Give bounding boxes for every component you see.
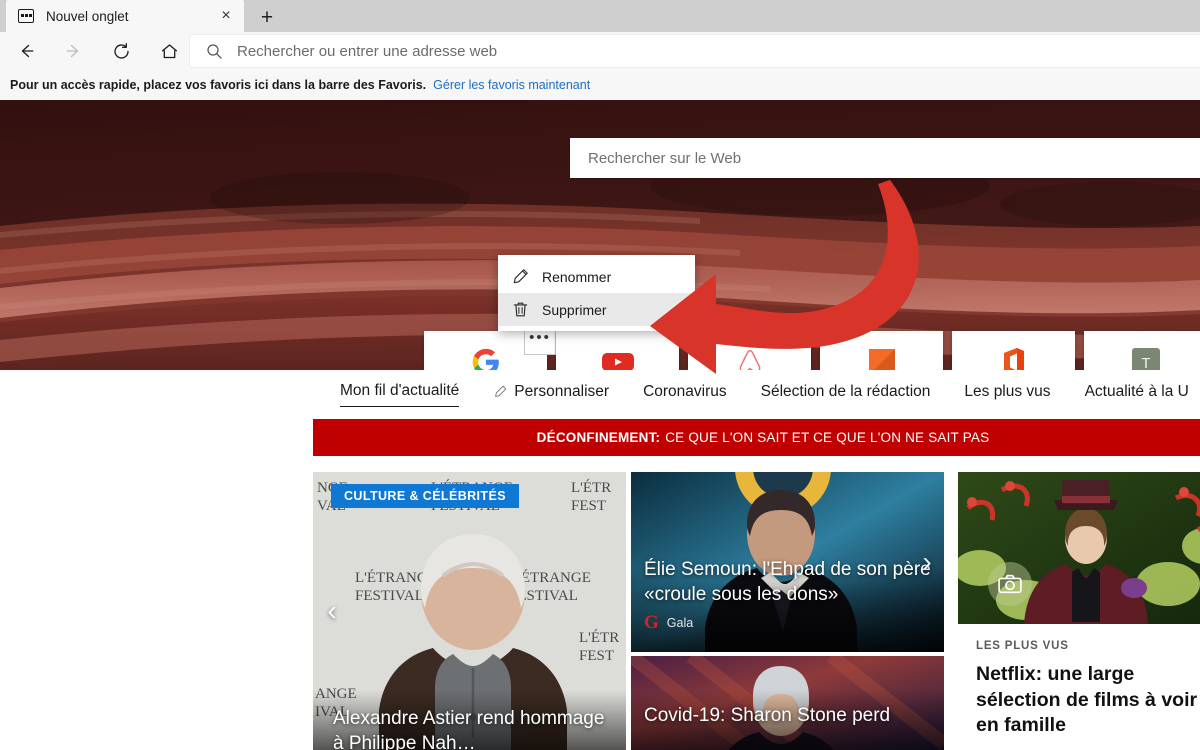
news-source-label: Gala bbox=[666, 615, 694, 630]
newtab-icon bbox=[18, 9, 34, 23]
reload-icon[interactable] bbox=[102, 32, 140, 70]
context-menu-label: Renommer bbox=[542, 268, 612, 285]
news-tab-label: Mon fil d'actualité bbox=[340, 381, 460, 399]
news-card-title: Covid-19: Sharon Stone perd bbox=[644, 705, 891, 726]
office-icon bbox=[1001, 339, 1027, 370]
tile-youtube[interactable] bbox=[556, 331, 679, 370]
svg-text:L'ÉTR: L'ÉTR bbox=[571, 479, 611, 496]
gala-logo-icon: G bbox=[644, 612, 659, 633]
banner-lead: DÉCONFINEMENT: bbox=[536, 430, 661, 445]
tab-strip: Nouvel onglet × + bbox=[0, 0, 1200, 32]
news-card-title: Netflix: une large sélection de films à … bbox=[976, 663, 1198, 737]
news-tab-coronavirus[interactable]: Coronavirus bbox=[643, 383, 727, 407]
forward-arrow-icon bbox=[54, 32, 92, 70]
camera-icon bbox=[988, 562, 1032, 606]
news-tab-my-feed[interactable]: Mon fil d'actualité bbox=[340, 381, 460, 407]
category-badge: CULTURE & CÉLÉBRITÉS bbox=[331, 484, 519, 508]
pencil-icon bbox=[498, 267, 542, 286]
news-source: G Gala bbox=[644, 613, 693, 632]
news-card-right[interactable]: LES PLUS VUS Netflix: une large sélectio… bbox=[958, 472, 1200, 750]
context-menu-item-delete[interactable]: Supprimer bbox=[498, 293, 695, 326]
new-tab-button[interactable]: + bbox=[249, 2, 285, 32]
context-menu-item-rename[interactable]: Renommer bbox=[498, 260, 695, 293]
favorites-bar: Pour un accès rapide, placez vos favoris… bbox=[0, 70, 1200, 100]
tile-leboncoin[interactable]: Leboncoin bbox=[820, 331, 943, 370]
svg-text:FEST: FEST bbox=[571, 498, 606, 514]
news-card-title: Élie Semoun: l'Ehpad de son père «croule… bbox=[644, 559, 931, 605]
svg-text:FESTIVAL: FESTIVAL bbox=[355, 588, 424, 604]
home-icon[interactable] bbox=[150, 32, 188, 70]
news-grid: NGEL'ÉTRANGEL'ÉTR VALFESTIVALFEST L'ÉTRA… bbox=[313, 472, 1200, 750]
back-arrow-icon[interactable] bbox=[8, 32, 46, 70]
breaking-news-banner[interactable]: DÉCONFINEMENT: CE QUE L'ON SAIT ET CE QU… bbox=[313, 419, 1200, 456]
news-tab-label: Sélection de la rédaction bbox=[760, 382, 931, 400]
news-tab-label: Personnaliser bbox=[514, 382, 610, 400]
close-icon[interactable]: × bbox=[212, 2, 240, 30]
tile-twitter[interactable]: T Twitter bbox=[1084, 331, 1200, 370]
web-search-box[interactable]: Rechercher sur le Web bbox=[570, 138, 1200, 178]
news-card-mid-bottom[interactable]: Covid-19: Sharon Stone perd bbox=[631, 656, 944, 750]
top-sites-tiles: Google ••• bbox=[424, 325, 1200, 370]
tile-office[interactable]: Office bbox=[952, 331, 1075, 370]
tab-title: Nouvel onglet bbox=[46, 8, 129, 24]
youtube-icon bbox=[601, 339, 635, 370]
leboncoin-icon bbox=[868, 339, 895, 370]
tile-context-menu: Renommer Supprimer bbox=[498, 255, 695, 331]
web-search-placeholder: Rechercher sur le Web bbox=[588, 149, 742, 167]
address-bar[interactable]: Rechercher ou entrer une adresse web bbox=[190, 35, 1200, 67]
twitter-icon: T bbox=[1131, 339, 1160, 370]
search-icon bbox=[206, 43, 223, 60]
news-tab-editors-picks[interactable]: Sélection de la rédaction bbox=[761, 383, 931, 407]
google-icon bbox=[472, 339, 500, 370]
browser-toolbar: Rechercher ou entrer une adresse web bbox=[0, 32, 1200, 70]
favorites-bar-message: Pour un accès rapide, placez vos favoris… bbox=[10, 78, 427, 92]
news-card-kicker: LES PLUS VUS bbox=[976, 640, 1069, 652]
trash-icon bbox=[498, 300, 542, 319]
news-tab-label: Actualité à la U bbox=[1084, 382, 1189, 400]
browser-window: Nouvel onglet × + Rechercher ou entrer u… bbox=[0, 0, 1200, 750]
news-tab-label: Les plus vus bbox=[964, 382, 1051, 400]
news-tabs-bar: Mon fil d'actualité Personnaliser Corona… bbox=[0, 370, 1200, 418]
context-menu-label: Supprimer bbox=[542, 301, 607, 318]
news-card-title: Alexandre Astier rend hommage à Philippe… bbox=[333, 708, 605, 750]
address-bar-placeholder: Rechercher ou entrer une adresse web bbox=[237, 42, 498, 60]
pencil-icon bbox=[493, 384, 508, 399]
banner-text: CE QUE L'ON SAIT ET CE QUE L'ON NE SAIT … bbox=[665, 430, 990, 445]
news-tab-label: Coronavirus bbox=[643, 382, 727, 400]
tile-google[interactable]: Google ••• bbox=[424, 325, 556, 370]
carousel-next-icon[interactable]: › bbox=[912, 542, 942, 582]
airbnb-icon bbox=[735, 339, 765, 370]
news-tab-headlines[interactable]: Actualité à la U bbox=[1085, 383, 1189, 407]
news-card-mid-top[interactable]: Élie Semoun: l'Ehpad de son père «croule… bbox=[631, 472, 944, 652]
news-tab-personalize[interactable]: Personnaliser bbox=[493, 383, 609, 407]
news-card-image bbox=[958, 472, 1200, 624]
svg-text:FEST: FEST bbox=[579, 648, 614, 664]
news-tab-most-viewed[interactable]: Les plus vus bbox=[964, 383, 1050, 407]
news-card-main[interactable]: NGEL'ÉTRANGEL'ÉTR VALFESTIVALFEST L'ÉTRA… bbox=[313, 472, 626, 750]
browser-tab[interactable]: Nouvel onglet × bbox=[6, 0, 244, 32]
tile-airbnb[interactable] bbox=[688, 331, 811, 370]
svg-text:T: T bbox=[1141, 355, 1150, 370]
carousel-prev-icon[interactable]: ‹ bbox=[317, 591, 347, 631]
svg-text:L'ÉTR: L'ÉTR bbox=[579, 629, 619, 646]
manage-favorites-link[interactable]: Gérer les favoris maintenant bbox=[433, 78, 590, 92]
